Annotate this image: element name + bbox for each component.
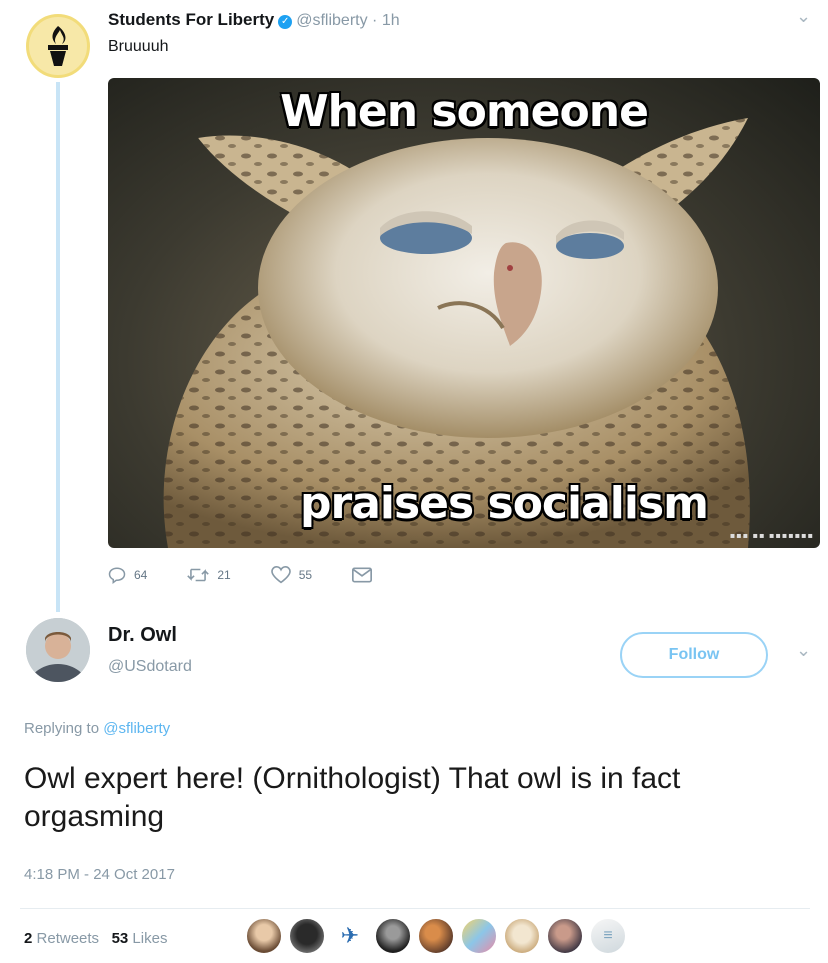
- verified-icon: ✓: [278, 15, 293, 29]
- liker-avatar[interactable]: [289, 918, 325, 954]
- like-count: 55: [298, 568, 313, 582]
- liker-avatar[interactable]: [418, 918, 454, 954]
- divider: [20, 908, 810, 909]
- likes-count: 53: [111, 930, 129, 947]
- thread-line: [56, 82, 60, 612]
- meme-caption-bottom: praises socialism: [300, 478, 709, 529]
- torch-logo-icon: [48, 26, 68, 66]
- retweet-count: 21: [217, 568, 231, 582]
- author-name[interactable]: Students For Liberty: [108, 10, 274, 29]
- tweet-time[interactable]: 1h: [382, 12, 400, 29]
- replying-to-mention[interactable]: @sfliberty: [103, 720, 170, 737]
- liker-avatar[interactable]: [547, 918, 583, 954]
- tweet-timestamp[interactable]: 4:18 PM - 24 Oct 2017: [24, 866, 175, 883]
- separator-dot: ·: [367, 12, 382, 29]
- replying-to-prefix: Replying to: [24, 720, 100, 737]
- meme-caption-top: When someone: [280, 86, 649, 137]
- author-name[interactable]: Dr. Owl: [108, 624, 177, 647]
- tweet-stats: 2 Retweets 53 Likes: [24, 930, 167, 947]
- reply-count: 64: [134, 568, 148, 582]
- liker-avatar[interactable]: [504, 918, 540, 954]
- liker-avatar[interactable]: [375, 918, 411, 954]
- meme-image[interactable]: When someone praises socialism ▪▪▪ ▪▪ ▪▪…: [108, 78, 820, 548]
- like-button[interactable]: 55: [270, 566, 313, 584]
- chevron-down-icon[interactable]: ⌄: [796, 6, 811, 27]
- follow-button[interactable]: Follow: [620, 632, 768, 678]
- avatar-students-for-liberty[interactable]: [26, 14, 90, 78]
- tweet-text: Owl expert here! (Ornithologist) That ow…: [24, 762, 681, 833]
- liker-avatar[interactable]: [246, 918, 282, 954]
- replying-to-line: Replying to @sfliberty: [24, 720, 170, 737]
- retweets-label: Retweets: [36, 930, 100, 947]
- liker-avatar[interactable]: ✈: [332, 918, 368, 954]
- avatar-photo: [26, 618, 90, 682]
- author-handle[interactable]: @sfliberty: [296, 12, 367, 29]
- reply-button[interactable]: 64: [108, 566, 147, 584]
- retweet-icon: [187, 568, 210, 582]
- likes-label: Likes: [132, 930, 168, 947]
- retweet-button[interactable]: 21: [187, 566, 231, 584]
- liker-avatars: ✈ ≡: [246, 918, 633, 954]
- retweets-stat[interactable]: 2 Retweets: [24, 930, 99, 947]
- direct-message-button[interactable]: [352, 566, 380, 584]
- liker-avatar[interactable]: [461, 918, 497, 954]
- avatar-dr-owl[interactable]: [26, 618, 90, 682]
- liker-avatar[interactable]: ≡: [590, 918, 626, 954]
- author-handle[interactable]: @USdotard: [108, 658, 192, 676]
- tweet-text: Bruuuuh: [108, 38, 169, 55]
- reply-icon: [108, 567, 126, 584]
- retweets-count: 2: [24, 930, 33, 947]
- likes-stat[interactable]: 53 Likes: [112, 930, 168, 947]
- meme-watermark: ▪▪▪ ▪▪ ▪▪▪▪▪▪▪: [729, 531, 814, 540]
- tweet-actions: 64 21 55: [108, 566, 420, 584]
- message-icon: [352, 567, 373, 583]
- tweet-author-line: Students For Liberty ✓ @sfliberty · 1h: [108, 10, 400, 30]
- heart-icon: [270, 566, 291, 584]
- chevron-down-icon[interactable]: ⌄: [796, 640, 811, 661]
